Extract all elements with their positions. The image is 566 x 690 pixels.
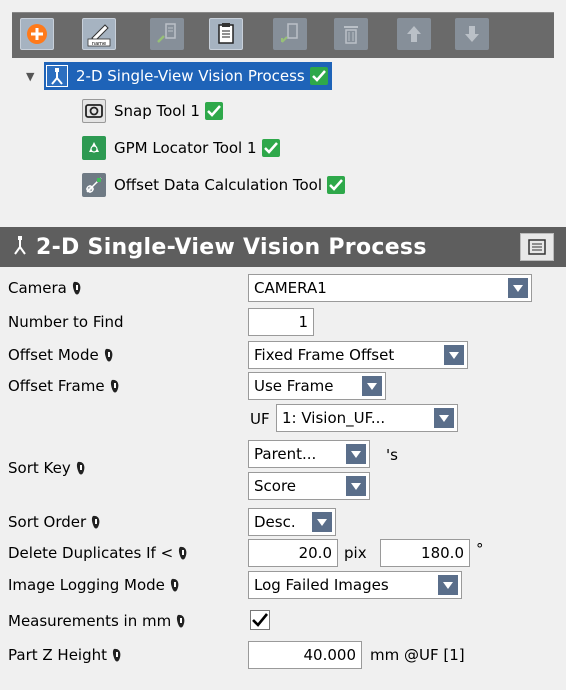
locator-icon <box>82 136 106 160</box>
tree-item-label: Snap Tool 1 <box>114 102 200 120</box>
tree-item-vision-process[interactable]: 2-D Single-View Vision Process <box>44 62 332 90</box>
tree-root-row: ▼ 2-D Single-View Vision Process <box>26 61 332 91</box>
measurements-mm-checkbox[interactable] <box>250 610 270 630</box>
measurements-mm-label: Measurements in mm <box>8 607 187 635</box>
toolbar: name <box>12 12 554 58</box>
move-down-button[interactable] <box>455 18 489 50</box>
checkmark-icon <box>252 613 268 627</box>
rename-icon: name <box>87 24 111 47</box>
chevron-down-icon <box>346 444 366 464</box>
move-up-button[interactable] <box>397 18 431 50</box>
info-icon[interactable] <box>103 348 115 363</box>
rename-button[interactable]: name <box>82 18 116 50</box>
part-z-height-input[interactable]: 40.000 <box>248 641 362 669</box>
copy-button[interactable] <box>209 18 243 50</box>
cut-icon <box>157 23 176 43</box>
camera-label: Camera <box>8 274 83 302</box>
cut-button[interactable] <box>150 18 184 50</box>
status-ok-icon <box>261 139 280 157</box>
duplicate-position-input[interactable]: 20.0 <box>248 539 338 567</box>
sort-key-parent-select[interactable]: Parent... <box>248 440 370 468</box>
sort-key-suffix: 's <box>386 446 398 464</box>
add-button[interactable] <box>20 18 54 50</box>
tree-item-snap-tool[interactable]: Snap Tool 1 <box>82 96 223 126</box>
delete-icon <box>344 26 358 44</box>
chevron-down-icon <box>362 376 382 396</box>
info-icon[interactable] <box>109 379 121 394</box>
chevron-down-icon <box>346 476 366 496</box>
move-down-icon <box>465 26 479 42</box>
tree-item-label: GPM Locator Tool 1 <box>114 139 257 157</box>
offset-mode-label: Offset Mode <box>8 341 115 369</box>
panel-menu-button[interactable] <box>520 233 554 261</box>
list-menu-icon <box>528 239 546 255</box>
chevron-down-icon <box>508 278 528 298</box>
part-z-height-unit: mm @UF [1] <box>370 646 465 664</box>
expand-collapse-icon[interactable]: ▼ <box>26 70 40 83</box>
svg-text:name: name <box>92 41 106 47</box>
camera-select[interactable]: CAMERA1 <box>248 274 532 302</box>
copy-icon <box>218 23 234 44</box>
process-tree: ▼ 2-D Single-View Vision Process Snap To… <box>12 58 554 218</box>
status-ok-icon <box>327 176 346 194</box>
status-ok-icon <box>204 102 223 120</box>
status-ok-icon <box>309 67 328 85</box>
sort-key-label: Sort Key <box>8 454 87 482</box>
info-icon[interactable] <box>90 515 102 530</box>
number-to-find-input[interactable]: 1 <box>248 308 314 336</box>
info-icon[interactable] <box>177 546 189 561</box>
sort-key-field-select[interactable]: Score <box>248 472 370 500</box>
offset-mode-select[interactable]: Fixed Frame Offset <box>248 341 468 369</box>
offset-frame-label: Offset Frame <box>8 372 121 400</box>
add-icon <box>27 24 47 44</box>
degree-unit-label: ° <box>476 540 484 558</box>
uf-prefix-label: UF <box>250 410 270 428</box>
paste-button[interactable] <box>273 18 307 50</box>
panel-header: 2-D Single-View Vision Process <box>0 227 566 267</box>
tree-item-label: Offset Data Calculation Tool <box>114 176 323 194</box>
offset-frame-select[interactable]: Use Frame <box>248 372 386 400</box>
info-icon[interactable] <box>169 578 181 593</box>
image-logging-select[interactable]: Log Failed Images <box>248 571 462 599</box>
duplicate-angle-input[interactable]: 180.0 <box>380 539 470 567</box>
tree-item-gpm-locator[interactable]: GPM Locator Tool 1 <box>82 133 280 163</box>
chevron-down-icon <box>438 575 458 595</box>
tree-root-label: 2-D Single-View Vision Process <box>76 67 305 85</box>
number-to-find-label: Number to Find <box>8 313 124 331</box>
panel-title: 2-D Single-View Vision Process <box>36 234 427 260</box>
camera-icon <box>82 99 106 123</box>
vision-process-icon <box>46 65 68 87</box>
info-icon[interactable] <box>111 648 123 663</box>
part-z-height-label: Part Z Height <box>8 641 123 669</box>
chevron-down-icon <box>434 408 454 428</box>
tree-item-offset-calc[interactable]: Offset Data Calculation Tool <box>82 170 346 200</box>
delete-button[interactable] <box>334 18 368 50</box>
delete-duplicates-label: Delete Duplicates If < <box>8 539 189 567</box>
offset-calc-icon <box>82 173 106 197</box>
move-up-icon <box>407 26 421 42</box>
user-frame-select[interactable]: 1: Vision_UF... <box>276 404 458 432</box>
info-icon[interactable] <box>71 281 83 296</box>
vision-process-icon <box>14 235 26 259</box>
properties-form: Camera CAMERA1 Number to Find 1 Offset M… <box>0 268 566 690</box>
sort-order-select[interactable]: Desc. <box>248 508 336 536</box>
chevron-down-icon <box>312 512 332 532</box>
image-logging-label: Image Logging Mode <box>8 571 181 599</box>
info-icon[interactable] <box>175 614 187 629</box>
paste-icon <box>281 23 298 43</box>
chevron-down-icon <box>444 345 464 365</box>
info-icon[interactable] <box>75 461 87 476</box>
sort-order-label: Sort Order <box>8 508 102 536</box>
pixel-unit-label: pix <box>344 544 367 562</box>
